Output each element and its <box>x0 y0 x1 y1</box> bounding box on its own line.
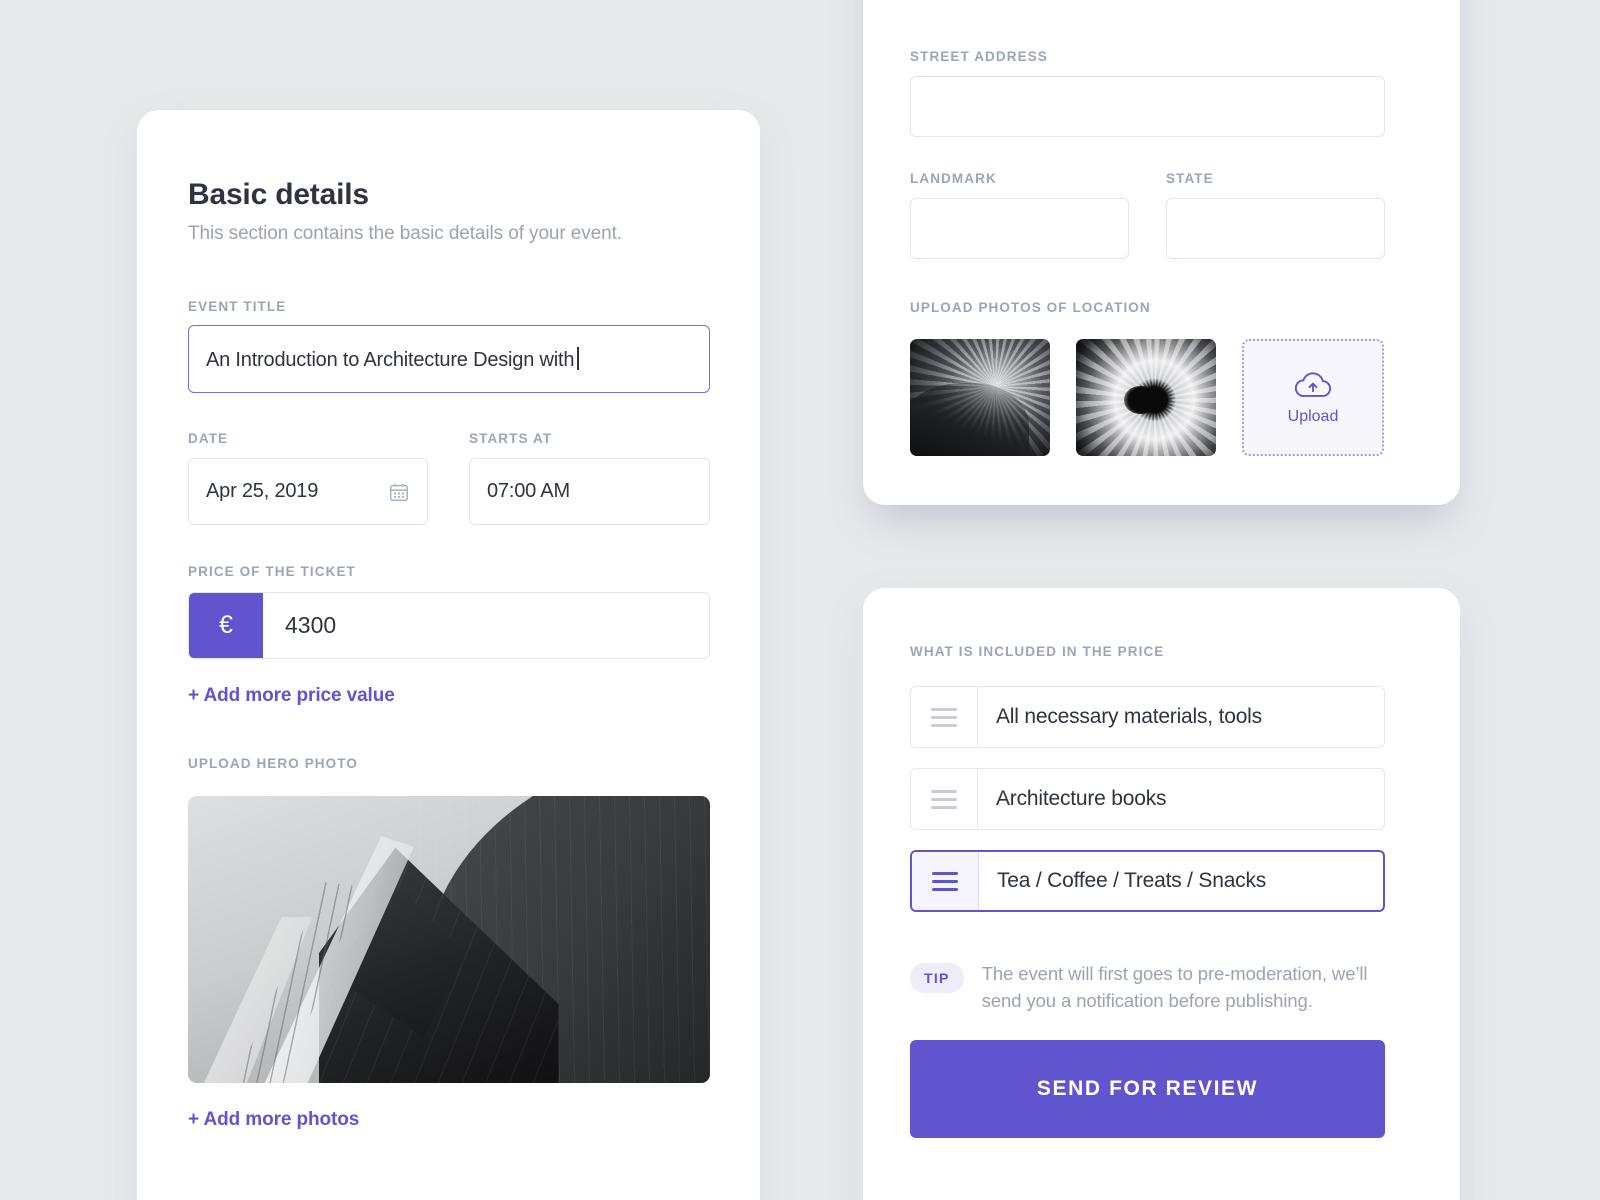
event-title-value: An Introduction to Architecture Design w… <box>206 348 575 371</box>
page-subtitle: This section contains the basic details … <box>188 223 622 244</box>
upload-hero-photo-label: UPLOAD HERO PHOTO <box>188 756 358 771</box>
landmark-label: LANDMARK <box>910 171 997 186</box>
landmark-input[interactable] <box>910 198 1129 259</box>
drag-handle-icon[interactable] <box>912 852 979 910</box>
included-label: WHAT IS INCLUDED IN THE PRICE <box>910 644 1165 659</box>
calendar-icon[interactable] <box>388 481 410 503</box>
app-canvas: Basic details This section contains the … <box>0 0 1600 1200</box>
location-photo-thumbnail[interactable] <box>910 339 1050 456</box>
add-more-price-link[interactable]: + Add more price value <box>188 685 395 707</box>
send-for-review-button[interactable]: SEND FOR REVIEW <box>910 1040 1385 1138</box>
list-item[interactable]: Architecture books <box>910 768 1385 830</box>
date-input[interactable]: Apr 25, 2019 <box>188 458 428 525</box>
state-label: STATE <box>1166 171 1214 186</box>
tip-banner: TIP The event will first goes to pre-mod… <box>910 961 1390 1015</box>
status-badge: TIP <box>910 963 964 993</box>
street-address-label: STREET ADDRESS <box>910 49 1048 64</box>
upload-dropzone[interactable]: Upload <box>1242 339 1384 456</box>
list-item[interactable]: All necessary materials, tools <box>910 686 1385 748</box>
list-item-label[interactable]: Architecture books <box>978 769 1384 829</box>
list-item-label[interactable]: All necessary materials, tools <box>978 687 1384 747</box>
price-input-group[interactable]: € 4300 <box>188 592 710 659</box>
date-value: Apr 25, 2019 <box>206 480 319 502</box>
add-more-photos-link[interactable]: + Add more photos <box>188 1109 359 1131</box>
drag-handle-icon[interactable] <box>911 687 978 747</box>
currency-symbol[interactable]: € <box>189 593 263 658</box>
street-address-input[interactable] <box>910 76 1385 137</box>
tip-text: The event will first goes to pre-moderat… <box>981 963 1368 1011</box>
starts-at-value: 07:00 AM <box>487 480 570 502</box>
price-value[interactable]: 4300 <box>263 593 709 658</box>
location-photo-thumbnail[interactable] <box>1076 339 1216 456</box>
starts-at-input[interactable]: 07:00 AM <box>469 458 710 525</box>
event-title-label: EVENT TITLE <box>188 299 287 314</box>
state-input[interactable] <box>1166 198 1385 259</box>
cloud-upload-icon <box>1292 369 1334 401</box>
drag-handle-icon[interactable] <box>911 769 978 829</box>
price-label: PRICE OF THE TICKET <box>188 564 356 579</box>
date-label: DATE <box>188 431 229 446</box>
starts-at-label: STARTS AT <box>469 431 553 446</box>
event-title-input[interactable]: An Introduction to Architecture Design w… <box>188 325 710 393</box>
upload-photos-label: UPLOAD PHOTOS OF LOCATION <box>910 300 1151 315</box>
upload-label: Upload <box>1287 408 1339 425</box>
text-caret <box>577 346 580 370</box>
page-title: Basic details <box>188 178 369 211</box>
hero-photo-image[interactable] <box>188 796 710 1083</box>
list-item[interactable]: Tea / Coffee / Treats / Snacks <box>910 850 1385 912</box>
list-item-label[interactable]: Tea / Coffee / Treats / Snacks <box>979 852 1383 910</box>
